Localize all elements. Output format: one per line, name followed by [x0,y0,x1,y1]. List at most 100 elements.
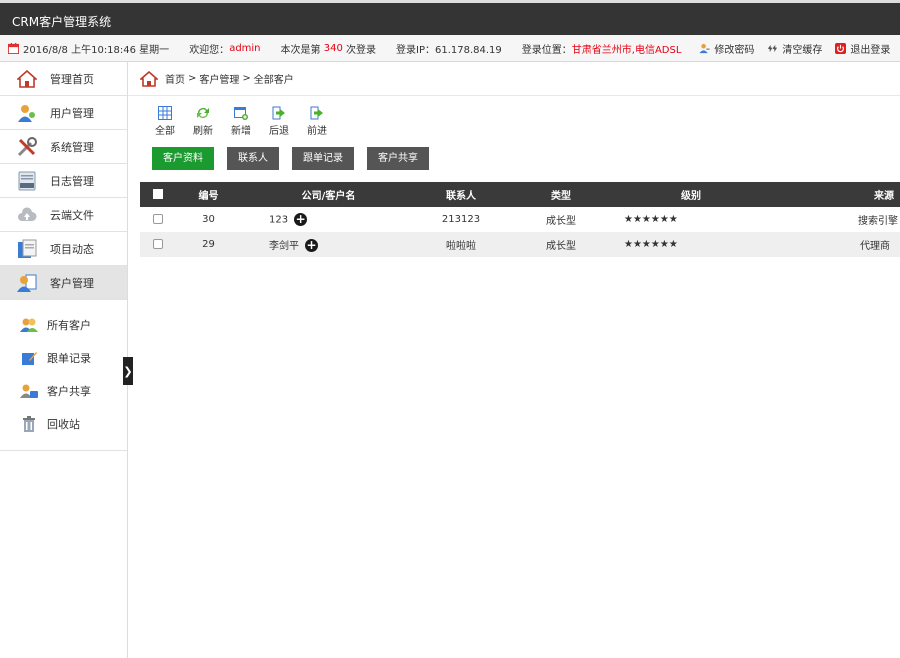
tab-contacts[interactable]: 联系人 [227,147,279,170]
sidebar-item-project[interactable]: 项目动态 [0,232,127,266]
expand-plus-icon[interactable]: + [294,213,308,226]
table-row[interactable]: 30 123 + 213123 成长型 ★★★★★★ 搜索引擎 [140,207,900,232]
all-button-label: 全部 [155,126,175,137]
clear-cache-link[interactable]: 清空缓存 [767,41,822,56]
submenu-item-follow-up[interactable]: 跟单记录 [0,341,127,374]
app-title: CRM客户管理系统 [12,15,112,29]
welcome-segment: 欢迎您： admin [189,41,260,56]
calendar-icon [8,42,19,54]
select-all-checkbox[interactable] [153,189,163,199]
sidebar-item-label: 项目动态 [50,242,94,256]
submenu-item-share[interactable]: 客户共享 [0,374,127,407]
breadcrumb-home[interactable]: 首页 [165,71,185,86]
breadcrumb-separator: > [242,73,251,84]
back-icon [272,106,285,120]
sidebar-item-customers[interactable]: 客户管理 [0,266,127,300]
location-segment: 登录位置： 甘肃省兰州市,电信ADSL [522,41,682,56]
login-count-segment: 本次是第 340 次登录 [281,41,376,56]
submenu-item-label: 所有客户 [47,318,91,332]
company-name: 李剑平 [269,240,299,252]
power-icon [835,42,847,54]
column-header-type[interactable]: 类型 [506,182,616,207]
sidebar-item-system[interactable]: 系统管理 [0,130,127,164]
login-count-suffix: 次登录 [346,44,376,56]
company-name: 123 [269,214,289,226]
cell-id: 29 [202,239,215,250]
all-button[interactable]: 全部 [146,106,184,137]
cell-type: 成长型 [546,241,576,252]
status-bar: 2016/8/8 上午10:18:46 星期一 欢迎您： admin 本次是第 3… [0,35,900,62]
project-icon [16,238,38,260]
sidebar-item-label: 管理首页 [50,72,94,86]
datetime: 2016/8/8 上午10:18:46 星期一 [23,44,170,56]
submenu-item-all-customers[interactable]: 所有客户 [0,308,127,341]
column-header-company[interactable]: 公司/客户名 [241,182,416,207]
refresh-button-label: 刷新 [193,126,213,137]
main-content: 首页 > 客户管理 > 全部客户 全部 刷新 新增 后退 前进 客户资料 联系人… [128,62,900,658]
add-window-icon [234,107,248,120]
customer-submenu: 所有客户 跟单记录 客户共享 回收站 [0,300,127,451]
sidebar-item-cloud[interactable]: 云端文件 [0,198,127,232]
add-button[interactable]: 新增 [222,106,260,137]
tab-customer-info[interactable]: 客户资料 [152,147,214,170]
column-header-level[interactable]: 级别 [616,182,766,207]
log-icon [16,170,38,192]
sidebar-item-label: 日志管理 [50,174,94,188]
breadcrumb-separator: > [188,73,197,84]
forward-icon [310,106,323,120]
share-icon [20,382,38,400]
tab-customer-share[interactable]: 客户共享 [367,147,429,170]
home-icon [140,70,158,87]
forward-button[interactable]: 前进 [298,106,336,137]
trash-icon [20,415,38,433]
table-row[interactable]: 29 李剑平 + 啦啦啦 成长型 ★★★★★★ 代理商 [140,232,900,257]
datetime-segment: 2016/8/8 上午10:18:46 星期一 [8,41,169,56]
customer-icon [16,272,38,294]
tab-follow-up[interactable]: 跟单记录 [292,147,354,170]
refresh-icon [197,108,209,118]
grid-icon [158,106,172,120]
row-checkbox[interactable] [153,214,163,224]
select-all-cell [140,182,176,207]
user-key-icon [699,43,710,53]
app-title-bar: CRM客户管理系统 [0,0,900,35]
all-customers-icon [20,316,38,334]
users-icon [16,102,38,124]
cell-contact: 213123 [441,214,481,225]
submenu-item-label: 回收站 [47,417,80,431]
column-header-id[interactable]: 编号 [176,182,241,207]
back-button-label: 后退 [269,126,289,137]
sidebar-item-log[interactable]: 日志管理 [0,164,127,198]
breadcrumb-module[interactable]: 客户管理 [199,71,239,86]
logout-link[interactable]: 退出登录 [835,41,890,56]
cell-contact: 啦啦啦 [446,241,476,252]
sidebar-item-home[interactable]: 管理首页 [0,62,127,96]
cloud-icon [16,204,38,226]
customer-table: 编号 公司/客户名 联系人 类型 级别 来源 30 123 + 213123 成长… [140,182,900,257]
row-select-cell [140,232,176,257]
breadcrumb-current: 全部客户 [253,75,294,86]
sidebar-item-users[interactable]: 用户管理 [0,96,127,130]
login-ip: 登录IP：61.178.84.19 [396,44,502,56]
sidebar-item-label: 云端文件 [50,208,94,222]
back-button[interactable]: 后退 [260,106,298,137]
submenu-item-recycle-bin[interactable]: 回收站 [0,407,127,440]
cell-level: ★★★★★★ [624,239,678,250]
refresh-button[interactable]: 刷新 [184,106,222,137]
change-password-link[interactable]: 修改密码 [699,41,754,56]
breadcrumb: 首页 > 客户管理 > 全部客户 [128,62,900,96]
cell-source: 搜索引擎 [858,216,898,227]
expand-plus-icon[interactable]: + [305,239,318,253]
logout-label: 退出登录 [850,44,891,56]
location-label: 登录位置： [521,44,572,56]
column-header-source[interactable]: 来源 [766,182,900,207]
table-header-row: 编号 公司/客户名 联系人 类型 级别 来源 [140,182,900,207]
row-checkbox[interactable] [153,239,163,249]
row-select-cell [140,207,176,232]
column-header-contact[interactable]: 联系人 [416,182,506,207]
app-layout: 管理首页 用户管理 系统管理 日志管理 云端文件 项目动态 客户管理 所有客户 … [0,62,900,658]
username: admin [229,42,261,54]
location: 甘肃省兰州市,电信ADSL [571,44,682,56]
sidebar-item-label: 系统管理 [50,140,94,154]
cell-company: 123 + [241,207,416,232]
